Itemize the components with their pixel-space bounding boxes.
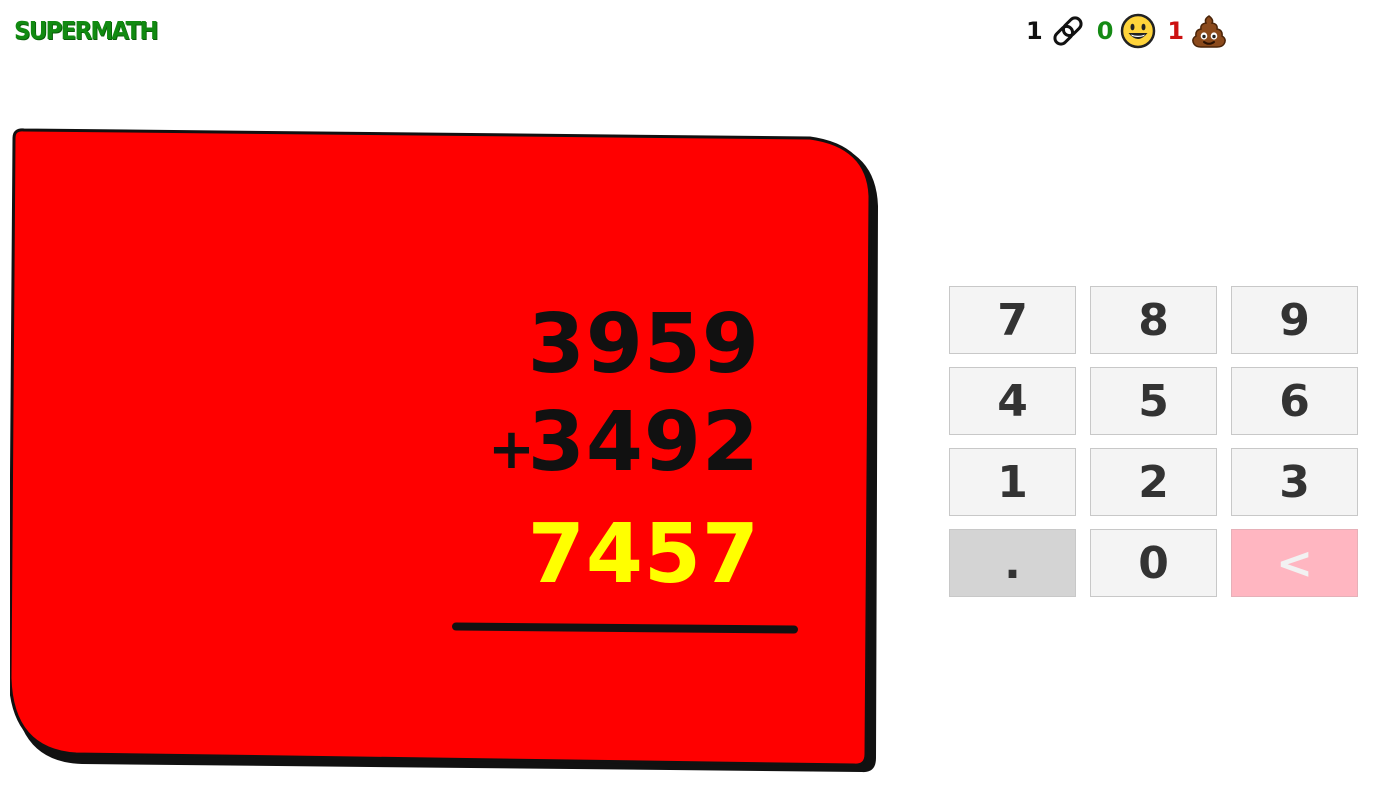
- answer-input[interactable]: 7457: [528, 514, 760, 596]
- wrong-count: 1: [1167, 17, 1185, 45]
- backspace-button[interactable]: <: [1231, 529, 1358, 597]
- number-keypad: 7 8 9 4 5 6 1 2 3 . 0 <: [949, 286, 1358, 597]
- streak-count: 1: [1026, 17, 1043, 45]
- key-7[interactable]: 7: [949, 286, 1076, 354]
- smiley-face-icon: [1119, 12, 1157, 50]
- top-operand: 3959: [527, 297, 760, 392]
- pile-of-poo-icon: [1190, 12, 1228, 50]
- key-8[interactable]: 8: [1090, 286, 1217, 354]
- key-0[interactable]: 0: [1090, 529, 1217, 597]
- app-logo: SUPERMATH: [14, 16, 159, 45]
- key-1[interactable]: 1: [949, 448, 1076, 516]
- key-2[interactable]: 2: [1090, 448, 1217, 516]
- key-3[interactable]: 3: [1231, 448, 1358, 516]
- addition-problem: 3959 + 3492 7457: [430, 294, 810, 634]
- score-bar: 1 0 1: [1026, 10, 1238, 52]
- bottom-operand: 3492: [527, 395, 760, 490]
- key-4[interactable]: 4: [949, 367, 1076, 435]
- correct-count: 0: [1096, 17, 1114, 45]
- key-decimal-point[interactable]: .: [949, 529, 1076, 597]
- problem-card: 3959 + 3492 7457: [10, 126, 878, 774]
- key-9[interactable]: 9: [1231, 286, 1358, 354]
- key-6[interactable]: 6: [1231, 367, 1358, 435]
- key-5[interactable]: 5: [1090, 367, 1217, 435]
- chain-link-icon: [1049, 12, 1087, 50]
